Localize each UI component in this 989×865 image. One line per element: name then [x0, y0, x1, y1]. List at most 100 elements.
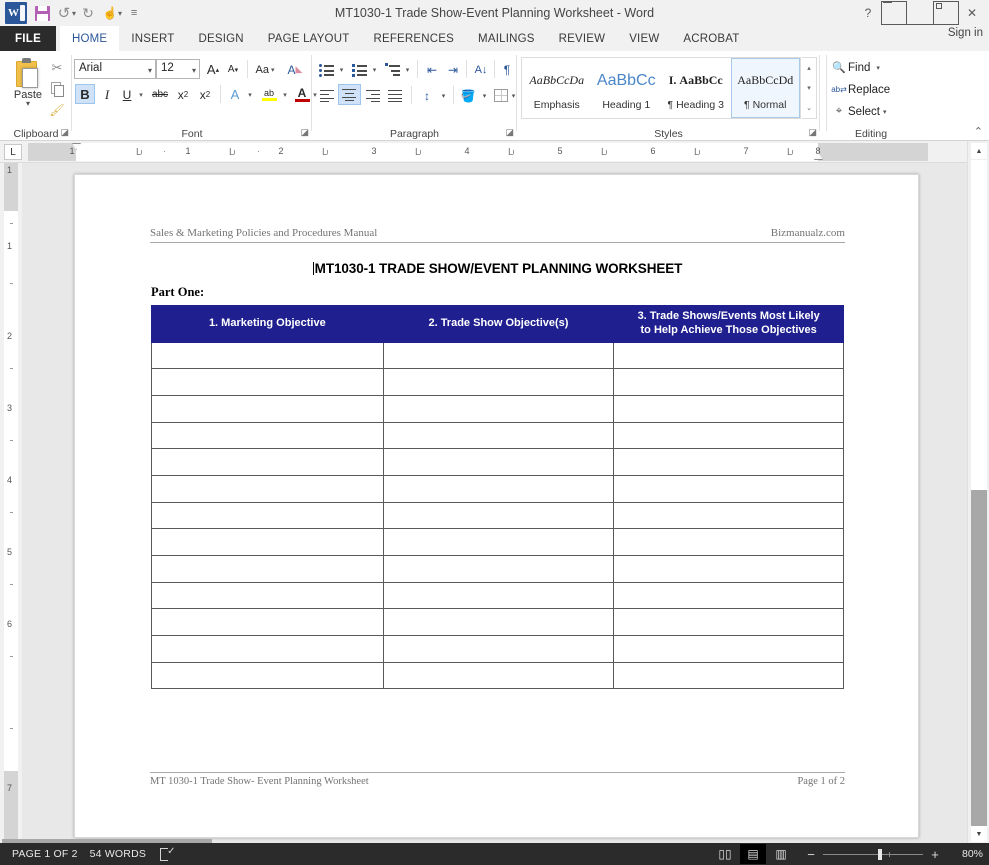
vertical-scrollbar-track[interactable]	[971, 490, 987, 826]
table-cell[interactable]	[614, 636, 844, 663]
table-row[interactable]	[152, 636, 844, 663]
shading-dropdown[interactable]: ▾	[479, 85, 490, 106]
table-cell[interactable]	[152, 502, 384, 529]
decrease-indent-button[interactable]: ⇤	[422, 59, 442, 80]
scroll-down-button[interactable]: ▼	[971, 826, 987, 842]
document-header[interactable]: Sales & Marketing Policies and Procedure…	[150, 227, 845, 243]
table-cell[interactable]	[614, 342, 844, 369]
zoom-slider[interactable]	[823, 854, 923, 855]
table-row[interactable]	[152, 342, 844, 369]
format-painter-button[interactable]: 🖌	[46, 99, 68, 120]
style-emphasis[interactable]: AaBbCcDa Emphasis	[522, 58, 592, 118]
style-heading-3[interactable]: I. AaBbCc ¶ Heading 3	[661, 58, 731, 118]
paste-button[interactable]: Paste ▾	[6, 56, 50, 124]
strikethrough-button[interactable]: abc	[148, 84, 172, 105]
tab-mailings[interactable]: MAILINGS	[466, 26, 547, 51]
select-dropdown-caret[interactable]: ▾	[883, 108, 887, 116]
undo-dropdown-caret[interactable]: ▾	[72, 9, 76, 18]
table-cell[interactable]	[614, 556, 844, 583]
table-cell[interactable]	[383, 529, 614, 556]
collapse-ribbon-button[interactable]: ⌃	[974, 125, 983, 138]
horizontal-ruler[interactable]: 1 1 2 3 4 5 6 7 8 L L	[28, 143, 928, 161]
font-size-combo[interactable]: 12 ▾	[156, 59, 200, 79]
document-page[interactable]: Sales & Marketing Policies and Procedure…	[74, 174, 919, 838]
increase-indent-button[interactable]: ⇥	[443, 59, 463, 80]
vertical-ruler[interactable]: 1 1 2 3 4 5 6 7	[0, 163, 22, 845]
ribbon-display-options-button[interactable]	[881, 1, 907, 25]
style-normal[interactable]: AaBbCcDd ¶ Normal	[731, 58, 801, 118]
table-row[interactable]	[152, 475, 844, 502]
table-cell[interactable]	[614, 422, 844, 449]
table-row[interactable]	[152, 582, 844, 609]
table-cell[interactable]	[152, 395, 384, 422]
copy-button[interactable]	[46, 78, 68, 99]
zoom-level[interactable]: 80%	[949, 848, 983, 860]
zoom-in-button[interactable]: +	[927, 847, 943, 862]
styles-gallery-scroll[interactable]: ▴ ▾ ⌄	[802, 57, 817, 119]
bullets-button[interactable]	[316, 59, 336, 80]
clipboard-dialog-launcher[interactable]: ◪	[60, 127, 69, 138]
align-center-button[interactable]	[338, 84, 361, 105]
table-cell[interactable]	[383, 502, 614, 529]
page-indicator[interactable]: PAGE 1 OF 2	[12, 848, 78, 860]
table-cell[interactable]	[152, 342, 384, 369]
table-cell[interactable]	[383, 342, 614, 369]
redo-button[interactable]: ↻	[77, 2, 99, 24]
multilevel-list-button[interactable]	[382, 59, 402, 80]
underline-dropdown[interactable]: ▾	[135, 84, 147, 105]
chevron-down-icon[interactable]: ▾	[148, 66, 152, 75]
text-effects-button[interactable]: A	[225, 84, 245, 105]
planning-table[interactable]: 1. Marketing Objective 2. Trade Show Obj…	[151, 305, 844, 689]
table-cell[interactable]	[614, 475, 844, 502]
table-row[interactable]	[152, 449, 844, 476]
minimize-button[interactable]	[907, 1, 933, 25]
align-left-button[interactable]	[316, 85, 338, 106]
word-count[interactable]: 54 WORDS	[90, 848, 146, 860]
table-cell[interactable]	[152, 475, 384, 502]
paragraph-dialog-launcher[interactable]: ◪	[505, 127, 514, 138]
table-cell[interactable]	[152, 422, 384, 449]
tab-acrobat[interactable]: ACROBAT	[671, 26, 751, 51]
bullets-dropdown[interactable]: ▾	[336, 59, 347, 80]
style-heading-1[interactable]: AaBbCc Heading 1	[592, 58, 662, 118]
touch-mode-caret[interactable]: ▾	[118, 9, 122, 18]
font-name-combo[interactable]: Arial ▾	[74, 59, 156, 79]
table-cell[interactable]	[614, 662, 844, 689]
find-dropdown-caret[interactable]: ▾	[876, 64, 880, 72]
bold-button[interactable]: B	[75, 84, 95, 104]
clear-formatting-button[interactable]: A ◣	[284, 59, 306, 80]
table-cell[interactable]	[614, 449, 844, 476]
print-layout-button[interactable]: ▤	[740, 844, 766, 864]
numbering-button[interactable]	[349, 59, 369, 80]
table-row[interactable]	[152, 502, 844, 529]
chevron-down-icon[interactable]: ▾	[192, 66, 196, 75]
table-row[interactable]	[152, 369, 844, 396]
table-row[interactable]	[152, 609, 844, 636]
tab-file[interactable]: FILE	[0, 26, 56, 51]
sign-in-link[interactable]: Sign in	[948, 27, 983, 39]
table-cell[interactable]	[152, 582, 384, 609]
table-cell[interactable]	[614, 502, 844, 529]
worksheet-title[interactable]: MT1030-1 TRADE SHOW/EVENT PLANNING WORKS…	[75, 261, 920, 276]
line-spacing-dropdown[interactable]: ▾	[438, 85, 449, 106]
tab-design[interactable]: DESIGN	[186, 26, 255, 51]
help-button[interactable]: ?	[855, 1, 881, 25]
tab-home[interactable]: HOME	[60, 26, 119, 51]
cut-button[interactable]: ✂	[46, 57, 68, 78]
table-cell[interactable]	[614, 609, 844, 636]
text-effects-dropdown[interactable]: ▾	[244, 84, 256, 105]
table-row[interactable]	[152, 662, 844, 689]
table-cell[interactable]	[383, 662, 614, 689]
sort-button[interactable]: A↓	[470, 59, 492, 80]
table-cell[interactable]	[383, 636, 614, 663]
table-cell[interactable]	[152, 369, 384, 396]
font-color-button[interactable]: A	[292, 84, 312, 105]
table-cell[interactable]	[383, 369, 614, 396]
scroll-up-button[interactable]: ▲	[971, 143, 987, 159]
line-spacing-button[interactable]: ↕	[416, 85, 438, 106]
align-right-button[interactable]	[362, 85, 384, 106]
zoom-slider-thumb[interactable]	[878, 849, 882, 860]
table-cell[interactable]	[152, 662, 384, 689]
styles-scroll-down[interactable]: ▾	[802, 78, 816, 98]
italic-button[interactable]: I	[97, 84, 117, 105]
